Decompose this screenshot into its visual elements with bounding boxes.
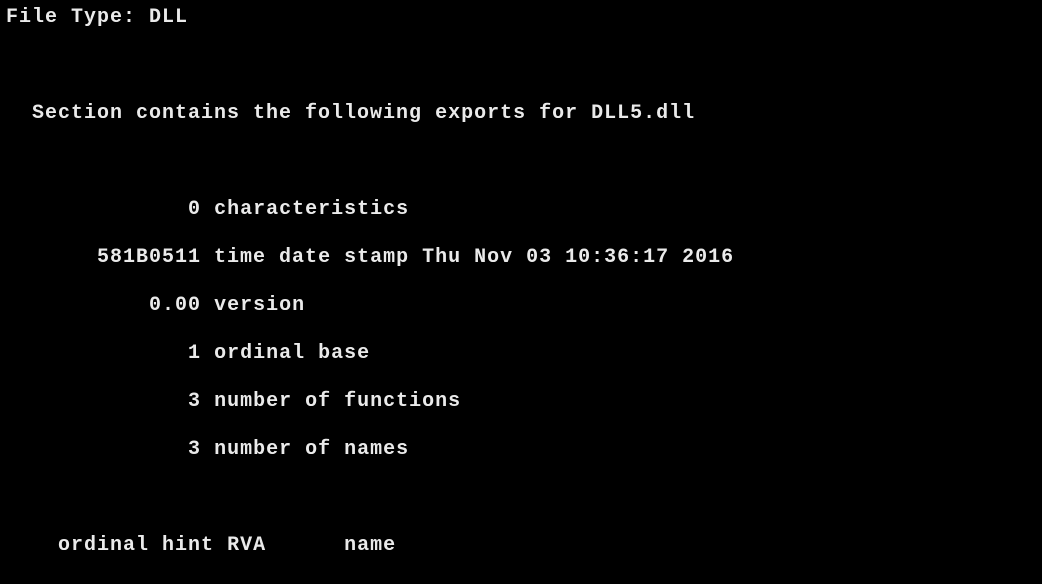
dll-name: DLL5.dll bbox=[591, 102, 695, 125]
blank-line bbox=[6, 486, 1036, 510]
timedate-line: 581B0511 time date stamp Thu Nov 03 10:3… bbox=[6, 246, 1036, 270]
exports-table-header: ordinal hint RVA name bbox=[6, 534, 1036, 558]
num-functions-line: 3 number of functions bbox=[6, 390, 1036, 414]
file-type-value: DLL bbox=[149, 6, 188, 29]
characteristics-line: 0 characteristics bbox=[6, 198, 1036, 222]
file-type-label: File Type: bbox=[6, 6, 149, 29]
ordinal-base-line: 1 ordinal base bbox=[6, 342, 1036, 366]
blank-line bbox=[6, 150, 1036, 174]
file-type-line: File Type: DLL bbox=[6, 6, 1036, 30]
console-output: File Type: DLL Section contains the foll… bbox=[0, 0, 1042, 584]
section-exports-line: Section contains the following exports f… bbox=[6, 102, 1036, 126]
version-line: 0.00 version bbox=[6, 294, 1036, 318]
blank-line bbox=[6, 54, 1036, 78]
num-names-line: 3 number of names bbox=[6, 438, 1036, 462]
